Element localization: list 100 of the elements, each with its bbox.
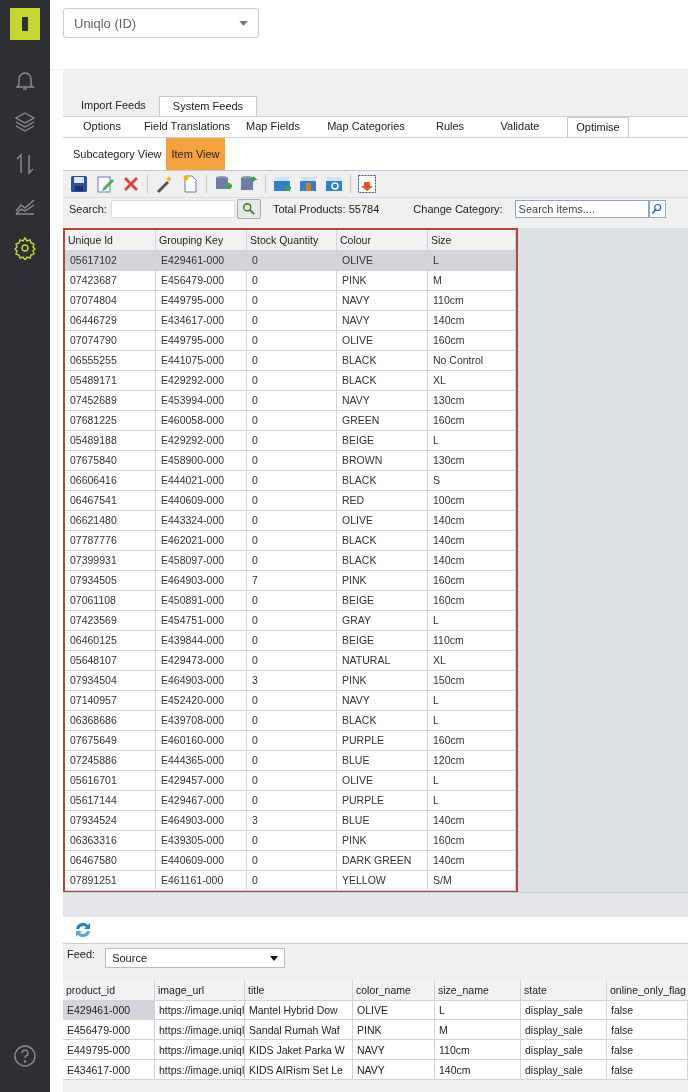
table-cell: 06460125 xyxy=(65,630,156,651)
table-row[interactable]: 07681225 E460058-000 0 GREEN 160cm xyxy=(65,410,516,430)
table-row[interactable]: 06467580 E440609-000 0 DARK GREEN 140cm xyxy=(65,850,516,870)
table-row[interactable]: 07423687 E456479-000 0 PINK M xyxy=(65,270,516,290)
table-cell: BEIGE xyxy=(337,630,428,651)
table-cell: 140cm xyxy=(428,550,516,571)
download-icon[interactable] xyxy=(357,174,377,194)
table-cell: 06467580 xyxy=(65,850,156,871)
caret-icon xyxy=(270,955,279,961)
table-row[interactable]: E434617-000 https://image.uniql KIDS AIRism Set Le NAVY 140cm display_sale false xyxy=(63,1060,688,1080)
table-row[interactable]: 05617144 E429467-000 0 PURPLE L xyxy=(65,790,516,810)
edit-icon[interactable] xyxy=(95,174,115,194)
table-cell: 0 xyxy=(247,410,337,431)
column-header[interactable]: size_name xyxy=(435,980,521,1001)
table-cell: E458097-000 xyxy=(156,550,247,571)
table-row[interactable]: 07934524 E464903-000 3 BLUE 140cm xyxy=(65,810,516,830)
table-row[interactable]: 07891251 E461161-000 0 YELLOW S/M xyxy=(65,870,516,890)
table-cell: E439844-000 xyxy=(156,630,247,651)
step-tab[interactable]: Field Translations xyxy=(141,117,233,137)
table-row[interactable]: 06363316 E439305-000 0 PINK 160cm xyxy=(65,830,516,850)
logo-icon[interactable] xyxy=(10,8,40,40)
search-items-field[interactable]: Search items.... xyxy=(514,200,649,218)
table-row[interactable]: 06555255 E441075-000 0 BLACK No Control xyxy=(65,350,516,370)
step-tab[interactable]: Rules xyxy=(419,117,481,137)
table-row[interactable]: 07423569 E454751-000 0 GRAY L xyxy=(65,610,516,630)
save-icon[interactable] xyxy=(69,174,89,194)
column-header[interactable]: color_name xyxy=(353,980,435,1001)
table-cell: RED xyxy=(337,490,428,511)
step-tab[interactable]: Validate xyxy=(481,117,559,137)
container-search-icon[interactable] xyxy=(324,174,344,194)
table-row[interactable]: 05648107 E429473-000 0 NATURAL XL xyxy=(65,650,516,670)
column-header[interactable]: online_only_flag xyxy=(607,980,688,1001)
table-cell: XL xyxy=(428,650,516,671)
table-cell: BLACK xyxy=(337,550,428,571)
table-cell: 05648107 xyxy=(65,650,156,671)
feed-tab[interactable]: Import Feeds xyxy=(68,96,159,116)
settings-icon[interactable] xyxy=(13,236,37,260)
table-cell: 07934524 xyxy=(65,810,156,831)
table-row[interactable]: 07934505 E464903-000 7 PINK 160cm xyxy=(65,570,516,590)
refresh-icon[interactable] xyxy=(73,920,93,940)
column-header[interactable]: image_url xyxy=(155,980,245,1001)
table-cell: OLIVE xyxy=(353,1000,435,1020)
table-row[interactable]: 06467541 E440609-000 0 RED 100cm xyxy=(65,490,516,510)
step-tab[interactable]: Optimise xyxy=(567,117,629,137)
table-cell: E458900-000 xyxy=(156,450,247,471)
table-row[interactable]: E429461-000 https://image.uniql Mantel Hybrid Dow OLIVE L display_sale false xyxy=(63,1000,688,1020)
table-row[interactable]: 07074804 E449795-000 0 NAVY 110cm xyxy=(65,290,516,310)
step-tab[interactable]: Map Categories xyxy=(313,117,419,137)
container-icon[interactable] xyxy=(298,174,318,194)
table-row[interactable]: 05616701 E429457-000 0 OLIVE L xyxy=(65,770,516,790)
table-row[interactable]: E456479-000 https://image.uniql Sandal Rumah Waf PINK M display_sale false xyxy=(63,1020,688,1040)
table-row[interactable]: E449795-000 https://image.uniql KIDS Jaket Parka W NAVY 110cm display_sale false xyxy=(63,1040,688,1060)
table-cell: PINK xyxy=(353,1020,435,1040)
table-cell: display_sale xyxy=(521,1060,607,1080)
table-cell: 07452689 xyxy=(65,390,156,411)
column-header[interactable]: title xyxy=(245,980,353,1001)
table-row[interactable]: 07452689 E453994-000 0 NAVY 130cm xyxy=(65,390,516,410)
view-tab[interactable]: Subcategory View xyxy=(68,138,167,170)
table-cell: 110cm xyxy=(428,290,516,311)
table-cell: 0 xyxy=(247,790,337,811)
layers-icon[interactable] xyxy=(13,110,37,134)
feed-dropdown[interactable]: Source xyxy=(105,948,286,968)
total-products-text: Total Products: 55784 xyxy=(272,203,380,215)
search-field[interactable] xyxy=(110,200,235,218)
table-row[interactable]: 07245886 E444365-000 0 BLUE 120cm xyxy=(65,750,516,770)
table-cell: BEIGE xyxy=(337,590,428,611)
table-cell: E429461-000 xyxy=(156,250,247,271)
table-row[interactable]: 07074790 E449795-000 0 OLIVE 160cm xyxy=(65,330,516,350)
table-row[interactable]: 07934504 E464903-000 3 PINK 150cm xyxy=(65,670,516,690)
table-row[interactable]: 05489188 E429292-000 0 BEIGE L xyxy=(65,430,516,450)
table-row[interactable]: 05489171 E429292-000 0 BLACK XL xyxy=(65,370,516,390)
help-icon[interactable] xyxy=(13,1044,37,1068)
search-button[interactable] xyxy=(236,199,261,219)
search-label: Search: xyxy=(69,203,107,215)
container-add-icon[interactable] xyxy=(272,174,292,194)
column-header[interactable]: state xyxy=(521,980,607,1001)
table-cell: E452420-000 xyxy=(156,690,247,711)
table-row[interactable]: 07675840 E458900-000 0 BROWN 130cm xyxy=(65,450,516,470)
table-row[interactable]: 06446729 E434617-000 0 NAVY 140cm xyxy=(65,310,516,330)
table-cell: 0 xyxy=(247,630,337,651)
table-row[interactable]: 07787776 E462021-000 0 BLACK 140cm xyxy=(65,530,516,550)
table-row[interactable]: 05617102 E429461-000 0 OLIVE L xyxy=(65,250,516,270)
feed-tab[interactable]: System Feeds xyxy=(158,96,258,116)
table-row[interactable]: 06460125 E439844-000 0 BEIGE 110cm xyxy=(65,630,516,650)
store-dropdown[interactable]: Uniqlo (ID) xyxy=(63,8,259,38)
table-cell: 140cm xyxy=(428,510,516,531)
table-row[interactable]: 07061108 E450891-000 0 BEIGE 160cm xyxy=(65,590,516,610)
view-tab[interactable]: Item View xyxy=(166,138,225,170)
table-cell: false xyxy=(607,1060,688,1080)
table-cell: 06621480 xyxy=(65,510,156,531)
table-row[interactable]: 06368686 E439708-000 0 BLACK L xyxy=(65,710,516,730)
table-row[interactable]: 06621480 E443324-000 0 OLIVE 140cm xyxy=(65,510,516,530)
table-row[interactable]: 06606416 E444021-000 0 BLACK S xyxy=(65,470,516,490)
table-cell: 05617102 xyxy=(65,250,156,271)
table-cell: NAVY xyxy=(337,310,428,331)
step-tab[interactable]: Map Fields xyxy=(233,117,313,137)
table-row[interactable]: 07399931 E458097-000 0 BLACK 140cm xyxy=(65,550,516,570)
table-row[interactable]: 07140957 E452420-000 0 NAVY L xyxy=(65,690,516,710)
table-row[interactable]: 07675649 E460160-000 0 PURPLE 160cm xyxy=(65,730,516,750)
step-tab[interactable]: Options xyxy=(63,117,141,137)
